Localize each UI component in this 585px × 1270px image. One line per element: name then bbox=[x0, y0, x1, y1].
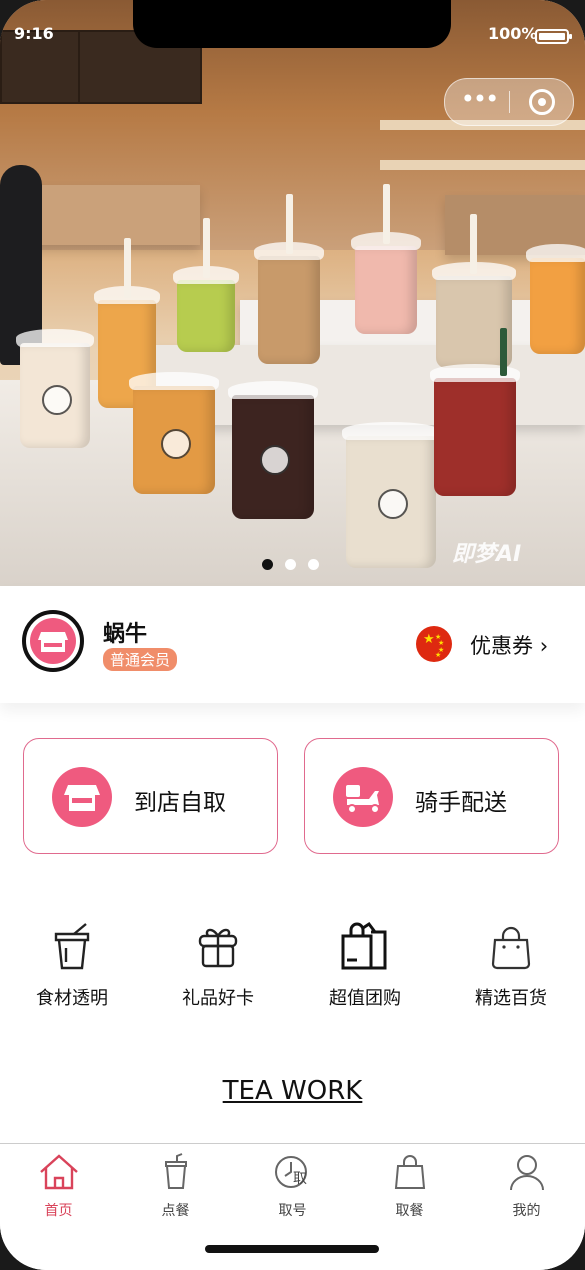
banner-image-cup bbox=[526, 244, 585, 354]
member-card: 蜗牛 普通会员 ★ ★ ★ ★ ★ 优惠券 › bbox=[0, 586, 585, 703]
more-menu-icon[interactable]: ••• bbox=[459, 87, 499, 113]
carousel-indicators[interactable] bbox=[262, 559, 319, 570]
device-notch bbox=[133, 0, 451, 48]
svg-text:取: 取 bbox=[293, 1171, 307, 1187]
brand-link[interactable]: TEA WORK bbox=[0, 1076, 585, 1106]
banner-image-cup bbox=[342, 422, 440, 568]
tab-home[interactable]: 首页 bbox=[0, 1150, 117, 1220]
home-icon bbox=[39, 1154, 78, 1190]
capsule-divider bbox=[509, 91, 510, 113]
tab-label: 我的 bbox=[512, 1203, 541, 1219]
chevron-right-icon: › bbox=[539, 634, 549, 658]
store-icon bbox=[38, 632, 68, 652]
rider-delivery-button[interactable]: 骑手配送 bbox=[304, 738, 559, 854]
status-time: 9:16 bbox=[14, 24, 54, 43]
pickup-in-store-button[interactable]: 到店自取 bbox=[23, 738, 278, 854]
shopping-bags-icon bbox=[341, 921, 387, 970]
tab-label: 点餐 bbox=[161, 1203, 190, 1219]
tab-order[interactable]: 点餐 bbox=[117, 1150, 234, 1220]
drink-cup-icon bbox=[164, 1153, 187, 1189]
tab-label: 取号 bbox=[278, 1203, 307, 1219]
carousel-dot-active[interactable] bbox=[262, 559, 273, 570]
carousel-dot[interactable] bbox=[308, 559, 319, 570]
delivery-label: 骑手配送 bbox=[415, 790, 507, 816]
tab-label: 取餐 bbox=[395, 1203, 424, 1219]
bag-icon bbox=[394, 1155, 425, 1189]
banner-image-cup bbox=[129, 372, 219, 494]
app-screen: 即梦AI 9:16 100% ••• 蜗牛 普通会员 ★ ★ ★ ★ ★ 优惠券… bbox=[0, 0, 585, 1270]
miniprogram-capsule: ••• bbox=[444, 78, 574, 126]
member-level-badge: 普通会员 bbox=[103, 648, 178, 671]
china-flag-icon[interactable]: ★ ★ ★ ★ ★ bbox=[416, 626, 452, 662]
pickup-label: 到店自取 bbox=[134, 790, 226, 816]
tab-take-number[interactable]: 取 取号 bbox=[234, 1150, 351, 1220]
banner-image-cup bbox=[351, 184, 421, 334]
banner-image-cup bbox=[228, 381, 318, 519]
coupon-label: 优惠券 bbox=[470, 634, 533, 658]
store-icon bbox=[52, 767, 112, 827]
tab-pickup[interactable]: 取餐 bbox=[351, 1150, 468, 1220]
close-miniprogram-icon[interactable] bbox=[529, 89, 555, 115]
banner-image-cup bbox=[430, 328, 520, 496]
scooter-icon bbox=[333, 767, 393, 827]
user-icon bbox=[509, 1155, 544, 1191]
tab-profile[interactable]: 我的 bbox=[468, 1150, 585, 1220]
banner-image-shelf bbox=[380, 160, 585, 170]
banner-image-pastry-case bbox=[20, 185, 200, 245]
banner-watermark: 即梦AI bbox=[452, 542, 522, 567]
service-gift-card[interactable]: 礼品好卡 bbox=[158, 920, 278, 1010]
banner-image-cup bbox=[16, 329, 94, 448]
home-indicator bbox=[205, 1245, 379, 1253]
coupon-link[interactable]: 优惠券 › bbox=[470, 630, 548, 660]
tab-label: 首页 bbox=[44, 1203, 73, 1219]
carousel-dot[interactable] bbox=[285, 559, 296, 570]
clock-ticket-icon: 取 bbox=[274, 1156, 307, 1188]
service-ingredients[interactable]: 食材透明 bbox=[12, 920, 132, 1010]
service-label: 超值团购 bbox=[329, 988, 401, 1009]
username: 蜗牛 bbox=[103, 622, 148, 647]
service-group-buy[interactable]: 超值团购 bbox=[305, 920, 425, 1010]
banner-image-cup bbox=[254, 194, 324, 364]
cup-icon bbox=[54, 923, 90, 970]
battery-icon bbox=[535, 29, 572, 44]
gift-icon bbox=[198, 928, 238, 968]
status-battery-text: 100% bbox=[488, 24, 538, 43]
service-label: 精选百货 bbox=[475, 988, 547, 1009]
banner-image-cup bbox=[173, 218, 239, 352]
service-label: 食材透明 bbox=[36, 988, 108, 1009]
service-selected-goods[interactable]: 精选百货 bbox=[451, 920, 571, 1010]
handbag-icon bbox=[491, 926, 531, 970]
service-label: 礼品好卡 bbox=[182, 988, 254, 1009]
avatar[interactable] bbox=[22, 610, 84, 672]
